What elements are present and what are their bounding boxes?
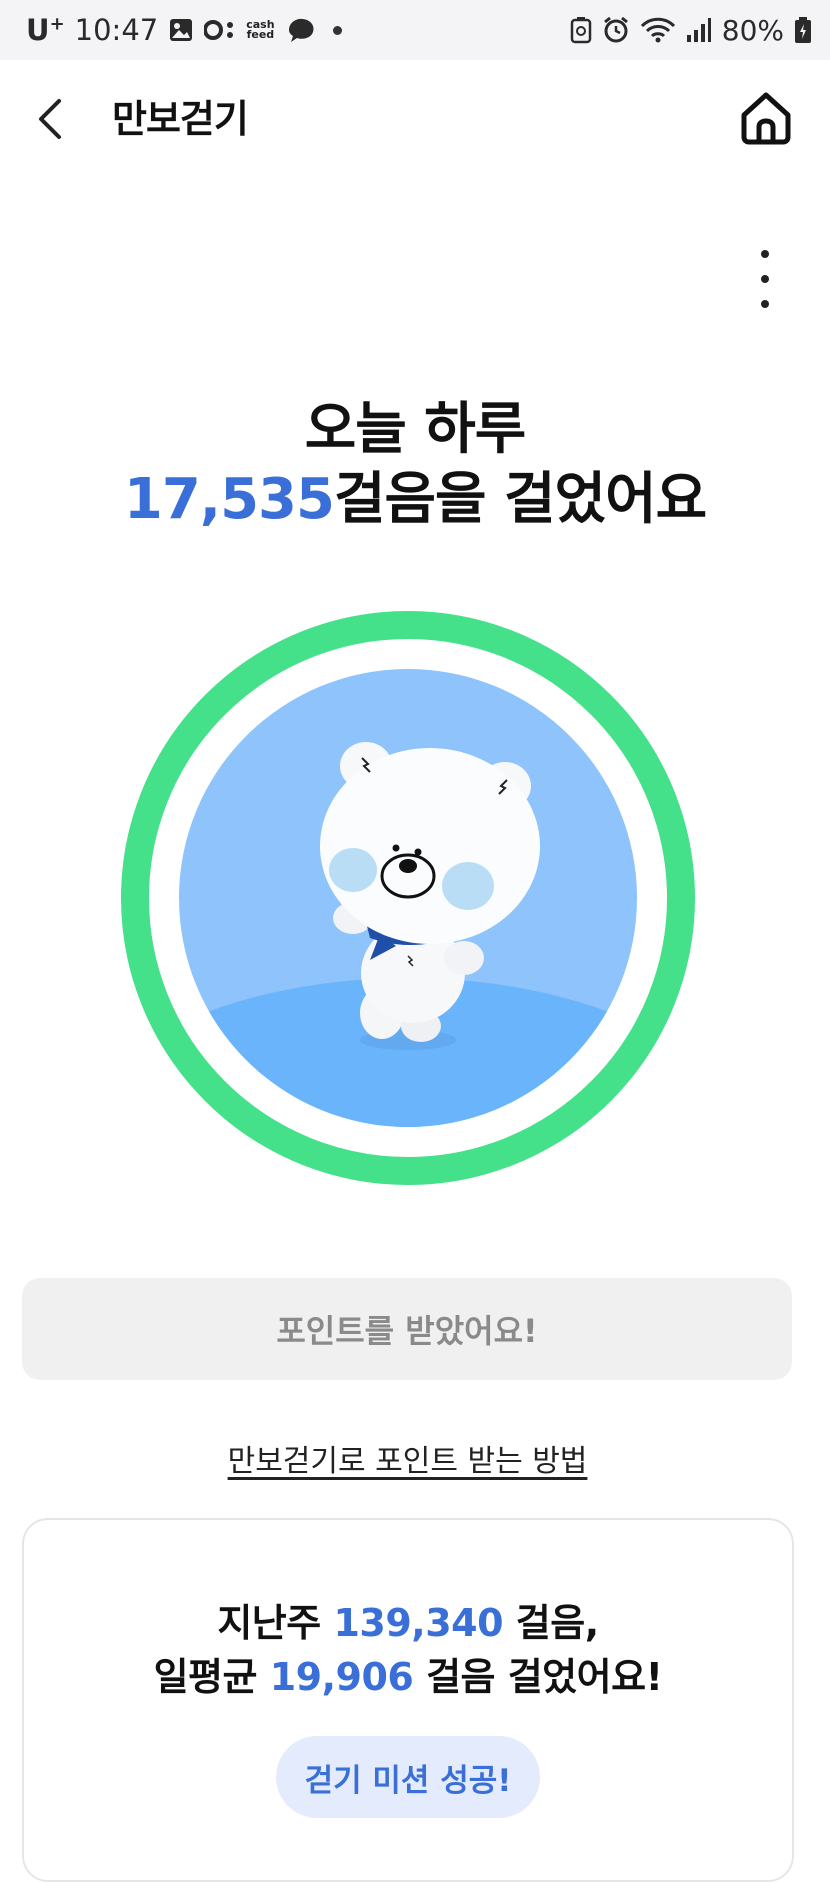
toggle-icon bbox=[204, 19, 236, 41]
cashfeed-icon: cash feed bbox=[246, 18, 275, 41]
carrier-label: U+ bbox=[26, 13, 65, 47]
app-header: 만보걷기 bbox=[0, 60, 830, 178]
status-bar: U+ 10:47 cash feed 80% bbox=[0, 0, 830, 60]
notification-dot bbox=[332, 25, 342, 35]
headline-line2: 17,535걸음을 걸었어요 bbox=[0, 465, 830, 535]
today-step-count: 17,535 bbox=[123, 467, 335, 532]
daily-average-line: 일평균 19,906 걸음 걸었어요! bbox=[153, 1655, 663, 1699]
more-options-button[interactable] bbox=[748, 250, 782, 308]
step-progress-ring bbox=[118, 608, 698, 1188]
today-steps-headline: 오늘 하루 17,535걸음을 걸었어요 bbox=[0, 395, 830, 535]
chevron-left-icon bbox=[39, 99, 61, 139]
wifi-icon bbox=[640, 17, 676, 43]
chat-icon bbox=[285, 16, 317, 44]
mission-success-badge[interactable]: 걷기 미션 성공! bbox=[276, 1736, 540, 1818]
week-step-count: 139,340 bbox=[333, 1601, 504, 1645]
recycle-icon bbox=[570, 16, 592, 44]
home-button[interactable] bbox=[736, 88, 796, 148]
battery-icon bbox=[794, 16, 812, 44]
battery-percent: 80% bbox=[721, 13, 784, 47]
more-dot-icon bbox=[761, 275, 769, 283]
signal-icon bbox=[686, 17, 712, 43]
more-dot-icon bbox=[761, 300, 769, 308]
weekly-total-line: 지난주 139,340 걸음, bbox=[217, 1601, 599, 1645]
status-time: 10:47 bbox=[74, 13, 159, 47]
average-step-count: 19,906 bbox=[269, 1655, 414, 1699]
weekly-summary-card: 지난주 139,340 걸음, 일평균 19,906 걸음 걸었어요! 걷기 미… bbox=[22, 1518, 794, 1882]
home-icon bbox=[741, 92, 791, 145]
page-title: 만보걷기 bbox=[112, 97, 249, 141]
headline-suffix: 걸음을 걸었어요 bbox=[333, 467, 707, 532]
back-button[interactable] bbox=[28, 94, 72, 144]
more-dot-icon bbox=[761, 250, 769, 258]
gallery-icon bbox=[168, 17, 194, 43]
headline-line1: 오늘 하루 bbox=[304, 397, 527, 462]
points-received-button[interactable]: 포인트를 받았어요! bbox=[22, 1278, 792, 1380]
howto-points-link[interactable]: 만보걷기로 포인트 받는 방법 bbox=[0, 1436, 815, 1480]
alarm-icon bbox=[602, 16, 630, 44]
